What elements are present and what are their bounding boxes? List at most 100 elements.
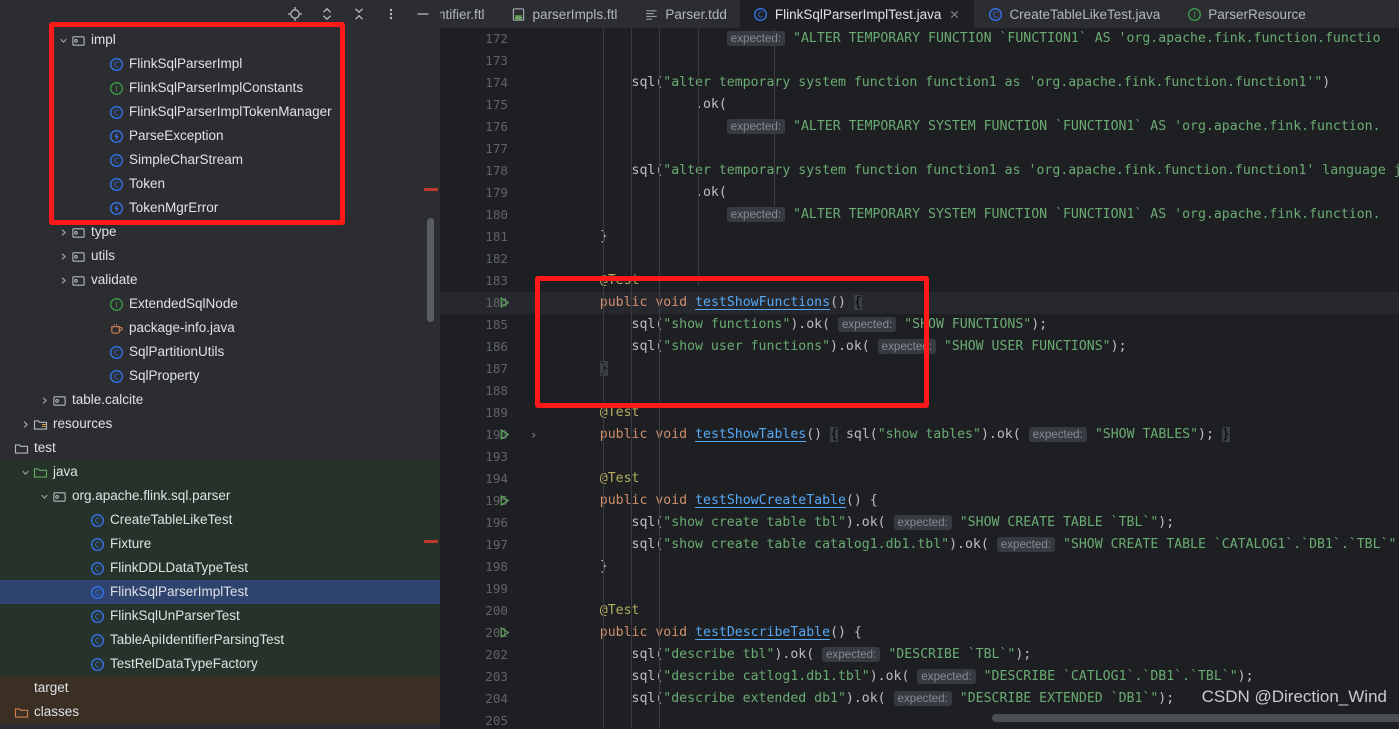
editor-gutter[interactable]: 181 xyxy=(440,226,568,248)
editor-tab-flinksqlparserimpltest-java[interactable]: C FlinkSqlParserImplTest.java xyxy=(739,0,975,28)
tree-item-token[interactable]: C Token xyxy=(0,172,440,196)
editor-tab-parserresource[interactable]: I ParserResource xyxy=(1173,0,1319,28)
code-line[interactable]: 193 xyxy=(440,446,1399,468)
tree-item-impl[interactable]: impl xyxy=(0,28,440,52)
chevron-down-icon[interactable] xyxy=(57,34,70,47)
editor-gutter[interactable]: 175 xyxy=(440,94,568,116)
editor-gutter[interactable]: 199 xyxy=(440,578,568,600)
code-line[interactable]: 195 public void testShowCreateTable() { xyxy=(440,490,1399,512)
editor-gutter[interactable]: 176 xyxy=(440,116,568,138)
chevron-right-icon[interactable] xyxy=(19,418,32,431)
tree-item-classes[interactable]: classes xyxy=(0,700,440,724)
locate-target-icon[interactable] xyxy=(286,5,304,23)
editor-gutter[interactable]: 195 xyxy=(440,490,568,512)
editor-gutter[interactable]: 187 xyxy=(440,358,568,380)
project-tree-scrollbar[interactable] xyxy=(427,218,434,322)
editor-gutter[interactable]: 178 xyxy=(440,160,568,182)
editor-gutter[interactable]: 186 xyxy=(440,336,568,358)
code-line[interactable]: 189 @Test xyxy=(440,402,1399,424)
code-line[interactable]: 173 xyxy=(440,50,1399,72)
tree-item-type[interactable]: type xyxy=(0,220,440,244)
run-test-icon[interactable] xyxy=(498,494,512,508)
tree-item-simplecharstream[interactable]: C SimpleCharStream xyxy=(0,148,440,172)
tree-item-resources[interactable]: resources xyxy=(0,412,440,436)
code-line[interactable]: 200 @Test xyxy=(440,600,1399,622)
tree-item-flinksqlparserimpl[interactable]: C FlinkSqlParserImpl xyxy=(0,52,440,76)
editor-gutter[interactable]: 172 xyxy=(440,28,568,50)
editor-horizontal-scrollbar[interactable] xyxy=(992,714,1399,722)
editor-tab-dentifier-ftl[interactable]: dentifier.ftl xyxy=(440,0,498,28)
tree-item-org-apache-flink-sql-parser[interactable]: org.apache.flink.sql.parser xyxy=(0,484,440,508)
more-options-icon[interactable] xyxy=(382,5,400,23)
tree-item-flinksqlparserimpltest[interactable]: C FlinkSqlParserImplTest xyxy=(0,580,440,604)
chevron-right-icon[interactable] xyxy=(57,274,70,287)
code-line[interactable]: 175 .ok( xyxy=(440,94,1399,116)
editor-gutter[interactable]: 198 xyxy=(440,556,568,578)
tree-item-java[interactable]: java xyxy=(0,460,440,484)
tree-item-sqlproperty[interactable]: C SqlProperty xyxy=(0,364,440,388)
editor-gutter[interactable]: 193 xyxy=(440,446,568,468)
tree-item-package-info-java[interactable]: package-info.java xyxy=(0,316,440,340)
run-test-icon[interactable] xyxy=(498,626,512,640)
editor-gutter[interactable]: 201 xyxy=(440,622,568,644)
collapse-all-icon[interactable] xyxy=(350,5,368,23)
tree-item-utils[interactable]: utils xyxy=(0,244,440,268)
tree-item-flinksqlunparsertest[interactable]: C FlinkSqlUnParserTest xyxy=(0,604,440,628)
chevron-right-icon[interactable] xyxy=(57,226,70,239)
tree-item-test[interactable]: test xyxy=(0,436,440,460)
code-line[interactable]: 196 sql("show create table tbl").ok( exp… xyxy=(440,512,1399,534)
code-editor[interactable]: 172 expected: "ALTER TEMPORARY FUNCTION … xyxy=(440,28,1399,729)
code-line[interactable]: 187 } xyxy=(440,358,1399,380)
tree-item-fixture[interactable]: C Fixture xyxy=(0,532,440,556)
editor-gutter[interactable]: 202 xyxy=(440,644,568,666)
editor-gutter[interactable]: 180 xyxy=(440,204,568,226)
code-line[interactable]: 184 public void testShowFunctions() { xyxy=(440,292,1399,314)
editor-gutter[interactable]: 189 xyxy=(440,402,568,424)
editor-gutter[interactable]: 196 xyxy=(440,512,568,534)
code-line[interactable]: 178 sql("alter temporary system function… xyxy=(440,160,1399,182)
tree-item-flinksqlparserimpltokenmanager[interactable]: C FlinkSqlParserImplTokenManager xyxy=(0,100,440,124)
tree-item-createtableliketest[interactable]: C CreateTableLikeTest xyxy=(0,508,440,532)
chevron-down-icon[interactable] xyxy=(19,466,32,479)
chevron-down-icon[interactable] xyxy=(38,490,51,503)
editor-gutter[interactable]: 174 xyxy=(440,72,568,94)
code-line[interactable]: 172 expected: "ALTER TEMPORARY FUNCTION … xyxy=(440,28,1399,50)
chevron-right-icon[interactable] xyxy=(57,250,70,263)
editor-gutter[interactable]: 179 xyxy=(440,182,568,204)
tree-item-extendedsqlnode[interactable]: I ExtendedSqlNode xyxy=(0,292,440,316)
editor-gutter[interactable]: 203 xyxy=(440,666,568,688)
editor-gutter[interactable]: 190 › xyxy=(440,424,568,446)
code-fold-expand-icon[interactable]: › xyxy=(530,424,537,446)
code-line[interactable]: 190 › public void testShowTables() { sql(… xyxy=(440,424,1399,446)
editor-gutter[interactable]: 177 xyxy=(440,138,568,160)
editor-tab-parserimpls-ftl[interactable]: <> parserImpls.ftl xyxy=(498,0,631,28)
chevron-right-icon[interactable] xyxy=(38,394,51,407)
code-line[interactable]: 177 xyxy=(440,138,1399,160)
code-line[interactable]: 197 sql("show create table catalog1.db1.… xyxy=(440,534,1399,556)
close-icon[interactable] xyxy=(947,7,961,21)
minimize-icon[interactable] xyxy=(414,5,432,23)
code-line[interactable]: 202 sql("describe tbl").ok( expected: "D… xyxy=(440,644,1399,666)
tree-item-table-calcite[interactable]: table.calcite xyxy=(0,388,440,412)
editor-gutter[interactable]: 182 xyxy=(440,248,568,270)
editor-gutter[interactable]: 204 xyxy=(440,688,568,710)
code-line[interactable]: 201 public void testDescribeTable() { xyxy=(440,622,1399,644)
code-line[interactable]: 179 .ok( xyxy=(440,182,1399,204)
editor-tab-parser-tdd[interactable]: Parser.tdd xyxy=(630,0,740,28)
editor-tabbar[interactable]: dentifier.ftl <> parserImpls.ftl Parser.tdd… xyxy=(440,0,1399,28)
editor-gutter[interactable]: 173 xyxy=(440,50,568,72)
tree-item-flinkddldatatypetest[interactable]: C FlinkDDLDataTypeTest xyxy=(0,556,440,580)
code-line[interactable]: 203 sql("describe catlog1.db1.tbl").ok( … xyxy=(440,666,1399,688)
tree-item-sqlpartitionutils[interactable]: C SqlPartitionUtils xyxy=(0,340,440,364)
tree-item-flinksqlparserimplconstants[interactable]: I FlinkSqlParserImplConstants xyxy=(0,76,440,100)
code-line[interactable]: 180 expected: "ALTER TEMPORARY SYSTEM FU… xyxy=(440,204,1399,226)
editor-gutter[interactable]: 184 xyxy=(440,292,568,314)
expand-collapse-icon[interactable] xyxy=(318,5,336,23)
code-line[interactable]: 198 } xyxy=(440,556,1399,578)
tree-item-testreldatatypefactory[interactable]: C TestRelDataTypeFactory xyxy=(0,652,440,676)
code-line[interactable]: 181 } xyxy=(440,226,1399,248)
editor-gutter[interactable]: 197 xyxy=(440,534,568,556)
editor-gutter[interactable]: 200 xyxy=(440,600,568,622)
code-line[interactable]: 188 xyxy=(440,380,1399,402)
run-test-icon[interactable] xyxy=(498,296,512,310)
